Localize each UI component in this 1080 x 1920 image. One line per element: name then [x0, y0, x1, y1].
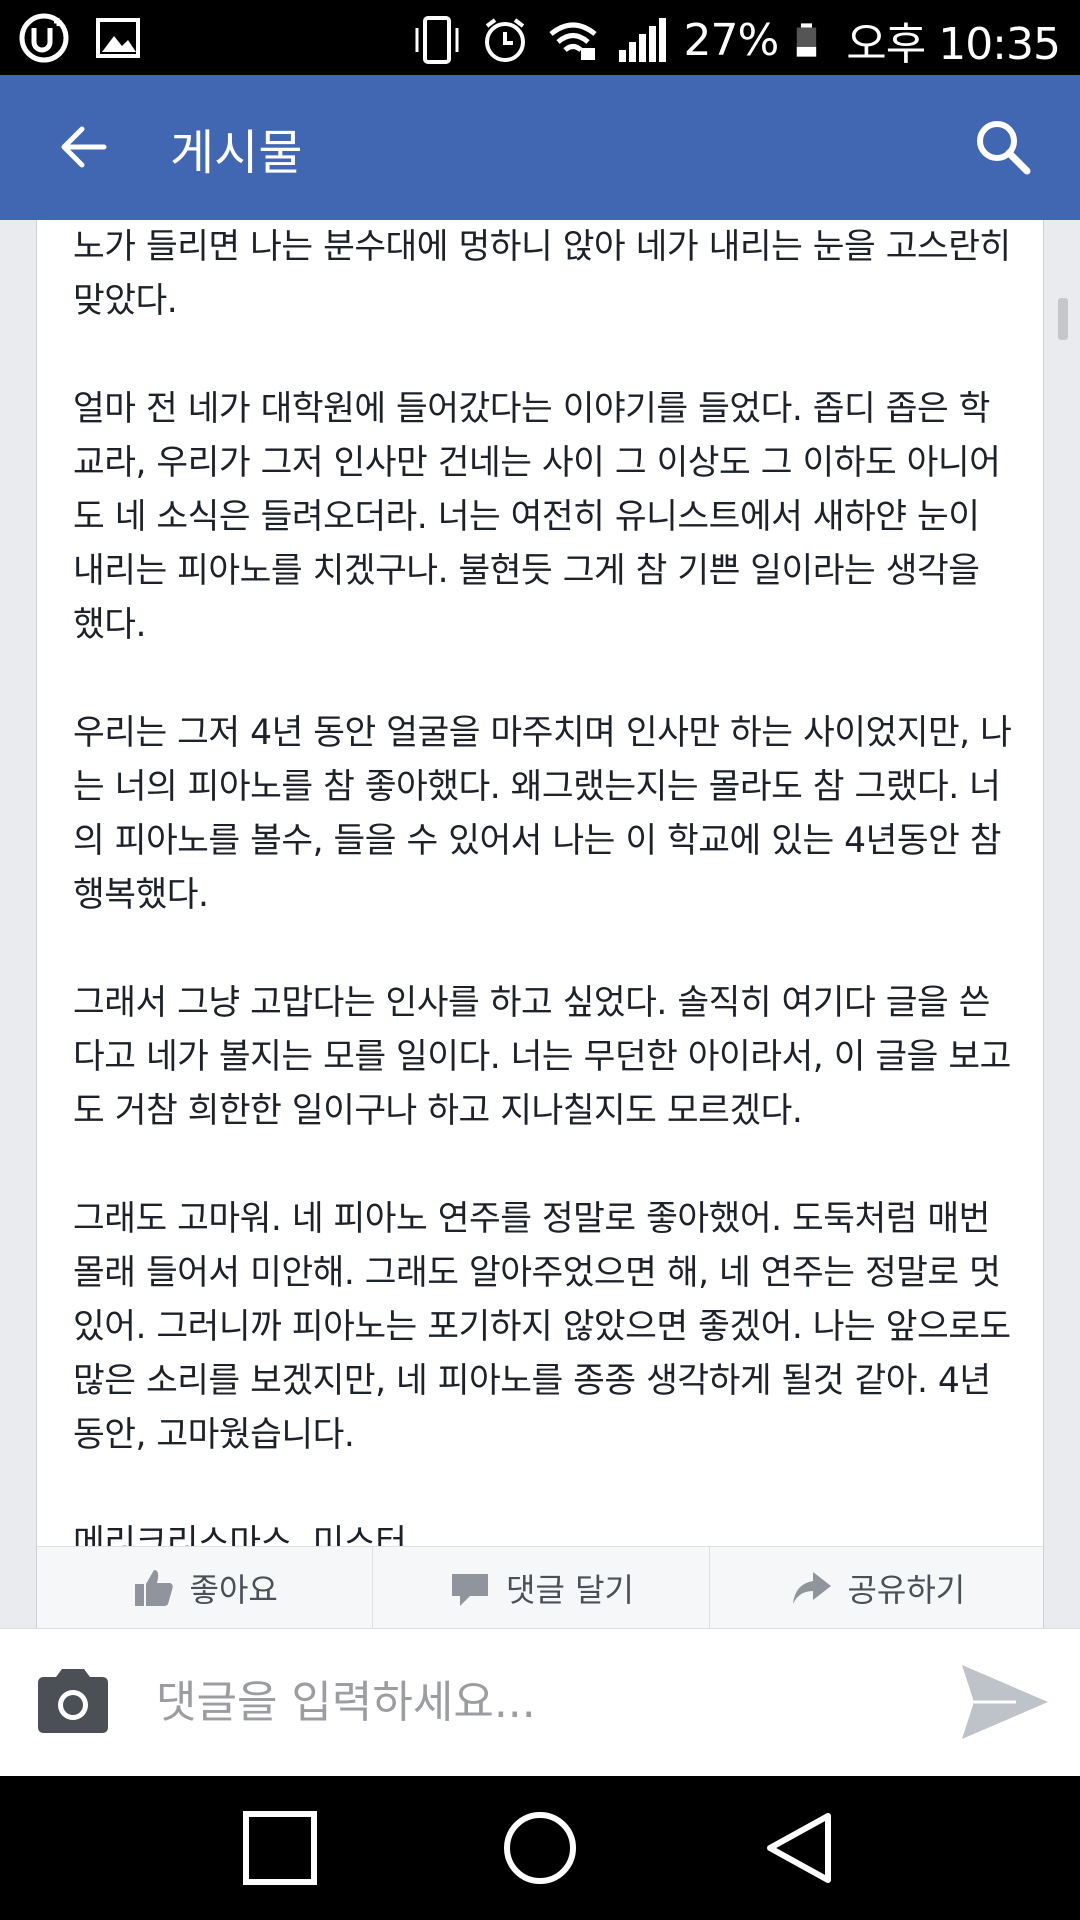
comment-input[interactable] [156, 1669, 936, 1735]
search-icon[interactable] [971, 115, 1035, 179]
alarm-icon [485, 18, 526, 62]
wifi-icon [549, 22, 598, 60]
post-paragraph: 노가 들리면 나는 분수대에 멍하니 앉아 네가 내리는 눈을 고스란히 맞았다… [73, 227, 1011, 321]
battery-icon [797, 23, 817, 57]
share-label: 공유하기 [847, 1570, 966, 1609]
home-icon [504, 1812, 576, 1884]
post-paragraph: 그래도 고마워. 네 피아노 연주를 정말로 좋아했어. 도둑처럼 매번 몰래 … [73, 1199, 1011, 1455]
recent-apps-button[interactable] [235, 1803, 325, 1893]
share-button[interactable]: 공유하기 [710, 1547, 1043, 1628]
post-paragraph: 우리는 그저 4년 동안 얼굴을 마주치며 인사만 하는 사이었지만, 나는 너… [73, 713, 1012, 915]
post-body: 노가 들리면 나는 분수대에 멍하니 앉아 네가 내리는 눈을 고스란히 맞았다… [73, 220, 1013, 1624]
page-title: 게시물 [170, 125, 303, 181]
home-button[interactable] [495, 1803, 585, 1893]
share-icon [793, 1571, 832, 1604]
clock: 오후 10:35 [846, 19, 1061, 70]
post-paragraph: 얼마 전 네가 대학원에 들어갔다는 이야기를 들었다. 좁디 좁은 학교라, … [73, 389, 1001, 645]
back-button[interactable] [755, 1803, 845, 1893]
scrollbar[interactable] [1058, 298, 1068, 340]
back-icon [767, 1813, 831, 1883]
app-bar: 게시물 [0, 75, 1080, 220]
status-bar: 27% 오후 10:35 [0, 0, 1080, 75]
recent-apps-icon [243, 1811, 317, 1885]
vibrate-icon [415, 16, 459, 64]
comment-icon [452, 1573, 489, 1606]
send-icon[interactable] [956, 1659, 1052, 1745]
navigation-bar [0, 1776, 1080, 1920]
post-paragraph: 그래서 그냥 고맙다는 인사를 하고 싶었다. 솔직히 여기다 글을 쓴다고 네… [73, 983, 1011, 1131]
signal-icon [619, 18, 667, 62]
image-icon [96, 18, 140, 58]
camera-icon[interactable] [34, 1665, 112, 1735]
like-label: 좋아요 [189, 1570, 278, 1609]
comment-bar [0, 1628, 1080, 1776]
comment-button[interactable]: 댓글 달기 [373, 1547, 710, 1628]
post-card: 노가 들리면 나는 분수대에 멍하니 앉아 네가 내리는 눈을 고스란히 맞았다… [36, 220, 1044, 1628]
thumbs-up-icon [134, 1569, 173, 1606]
arrow-left-icon[interactable] [52, 115, 116, 179]
u-plus-icon [19, 13, 69, 63]
like-button[interactable]: 좋아요 [37, 1547, 374, 1628]
battery-percent: 27% [683, 14, 779, 66]
post-actions: 좋아요 댓글 달기 공유하기 [37, 1546, 1043, 1628]
comment-label: 댓글 달기 [506, 1570, 634, 1609]
